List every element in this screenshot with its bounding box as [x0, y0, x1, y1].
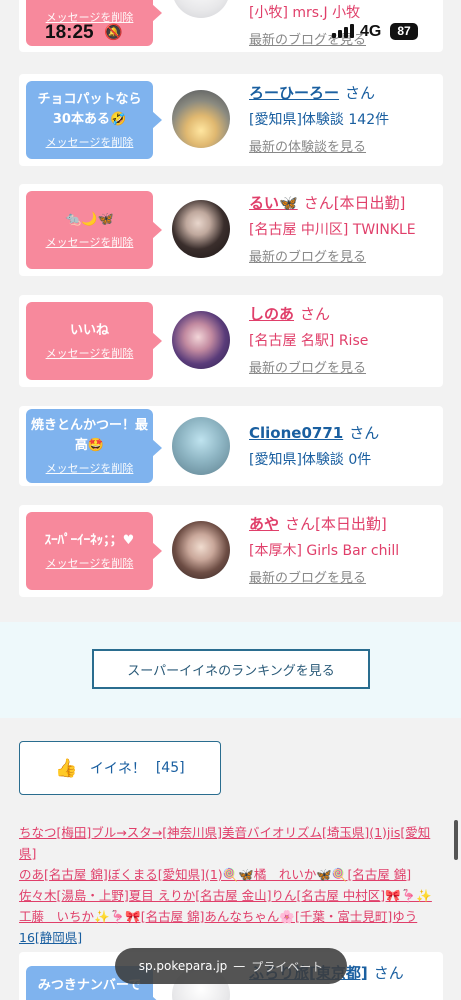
message-text: 焼きとんかつー！最高🤩 [30, 418, 148, 453]
likers-line[interactable]: 工藤 いちか✨🦩🎀[名古屋 錦]あんなちゃん🌸[千葉・富士見町]ゆう [19, 909, 417, 924]
url-domain: sp.pokepara.jp [138, 959, 228, 973]
user-location: [名古屋 名駅] Rise [249, 333, 369, 349]
avatar[interactable] [172, 200, 230, 258]
more-link[interactable]: 最新の体験談を見る [249, 136, 449, 155]
name-suffix: さん [345, 84, 376, 102]
message-bubble: 🐀🌙🦋 メッセージを削除 [26, 191, 162, 269]
message-bubble: ｽｰﾊﾟｰｲｰﾈｯ；；♥ メッセージを削除 [26, 512, 162, 590]
message-text: チョコパットなら30本ある🤣 [37, 92, 142, 127]
avatar[interactable] [172, 311, 230, 369]
clock: 18:25 [45, 22, 94, 43]
user-location: [本厚木] Girls Bar chill [249, 543, 400, 559]
ranking-section: スーパーイイネのランキングを見る [0, 622, 461, 718]
avatar[interactable] [172, 90, 230, 148]
network-type: 4G [360, 23, 382, 40]
user-name-link[interactable]: しのあ [249, 305, 294, 323]
message-card: ｽｰﾊﾟｰｲｰﾈｯ；；♥ メッセージを削除 あや さん[本日出勤] [本厚木] G… [19, 505, 443, 597]
message-card: 🐀🌙🦋 メッセージを削除 るい🦋 さん[本日出勤] [名古屋 中川区] TWINK… [19, 184, 443, 276]
url-bar[interactable]: sp.pokepara.jp — プライベート [115, 948, 347, 984]
private-mode-label: プライベート [251, 959, 324, 974]
message-text: ｽｰﾊﾟｰｲｰﾈｯ；；♥ [44, 533, 135, 548]
user-location: [名古屋 中川区] TWINKLE [249, 222, 416, 238]
delete-message-link[interactable]: メッセージを削除 [46, 134, 134, 150]
like-button[interactable]: 👍 イイネ！ [45] [19, 741, 221, 795]
name-suffix: さん[本日出勤] [303, 194, 406, 212]
user-name-link[interactable]: あや [249, 515, 279, 533]
message-card: いいね メッセージを削除 しのあ さん [名古屋 名駅] Rise 最新のブログを… [19, 295, 443, 387]
message-bubble: チョコパットなら30本ある🤣 メッセージを削除 [26, 81, 162, 159]
scrollbar[interactable] [454, 820, 458, 860]
message-text: 🐀🌙🦋 [65, 212, 114, 227]
more-link[interactable]: 最新のブログを見る [249, 567, 449, 586]
likers-line[interactable]: 佐々木[湯島・上野]夏目 えりか[名古屋 金山]りん[名古屋 中村区]🎀🦩✨ [19, 888, 432, 903]
url-separator: — [233, 959, 246, 973]
message-card: チョコパットなら30本ある🤣 メッセージを削除 ろーひーろー さん [愛知県]体験… [19, 74, 443, 166]
message-bubble: 焼きとんかつー！最高🤩 メッセージを削除 [26, 409, 162, 483]
user-location: [愛知県]体験談 0件 [249, 452, 372, 468]
like-count: [45] [155, 760, 185, 776]
name-suffix: さん [300, 305, 331, 323]
message-text: いいね [69, 323, 109, 338]
status-bar: 18:25 🔕 4G 87 [0, 18, 461, 48]
delete-message-link[interactable]: メッセージを削除 [46, 555, 134, 571]
avatar[interactable] [172, 0, 230, 18]
message-bubble: いいね メッセージを削除 [26, 302, 162, 380]
user-name-link[interactable]: るい🦋 [249, 194, 298, 212]
user-location: [愛知県]体験談 142件 [249, 112, 390, 128]
user-name-link[interactable]: ろーひーろー [249, 84, 339, 102]
delete-message-link[interactable]: メッセージを削除 [46, 234, 134, 250]
avatar[interactable] [172, 521, 230, 579]
ranking-button[interactable]: スーパーイイネのランキングを見る [92, 649, 370, 689]
more-link[interactable]: 最新のブログを見る [249, 357, 449, 376]
message-card: 焼きとんかつー！最高🤩 メッセージを削除 Clione0771 さん [愛知県]体… [19, 406, 443, 486]
more-link[interactable]: 最新のブログを見る [249, 246, 449, 265]
likers-line[interactable]: ちなつ[梅田]ブル→スタ→[神奈川県]美音バイオリズム[埼玉県](1)jis[愛… [19, 825, 430, 861]
name-suffix: さん[本日出勤] [285, 515, 387, 533]
delete-message-link[interactable]: メッセージを削除 [46, 460, 134, 476]
name-suffix: さん [349, 424, 380, 442]
likers-line[interactable]: のあ[名古屋 錦]ぼくまる[愛知県](1)🍭🦋橘 れいか🦋🍭[名古屋 錦] [19, 867, 411, 882]
avatar[interactable] [172, 417, 230, 475]
likers-list: ちなつ[梅田]ブル→スタ→[神奈川県]美音バイオリズム[埼玉県](1)jis[愛… [19, 822, 443, 948]
bell-muted-icon: 🔕 [104, 23, 123, 41]
battery-icon: 87 [390, 23, 418, 40]
name-suffix: さん [373, 964, 404, 982]
delete-message-link[interactable]: メッセージを削除 [46, 345, 134, 361]
likers-line[interactable]: 16[静岡県] [19, 930, 82, 945]
user-name-link[interactable]: Clione0771 [249, 424, 343, 442]
signal-icon [332, 24, 354, 38]
like-label: イイネ！ [89, 761, 146, 777]
thumbs-up-icon: 👍 [55, 757, 78, 779]
